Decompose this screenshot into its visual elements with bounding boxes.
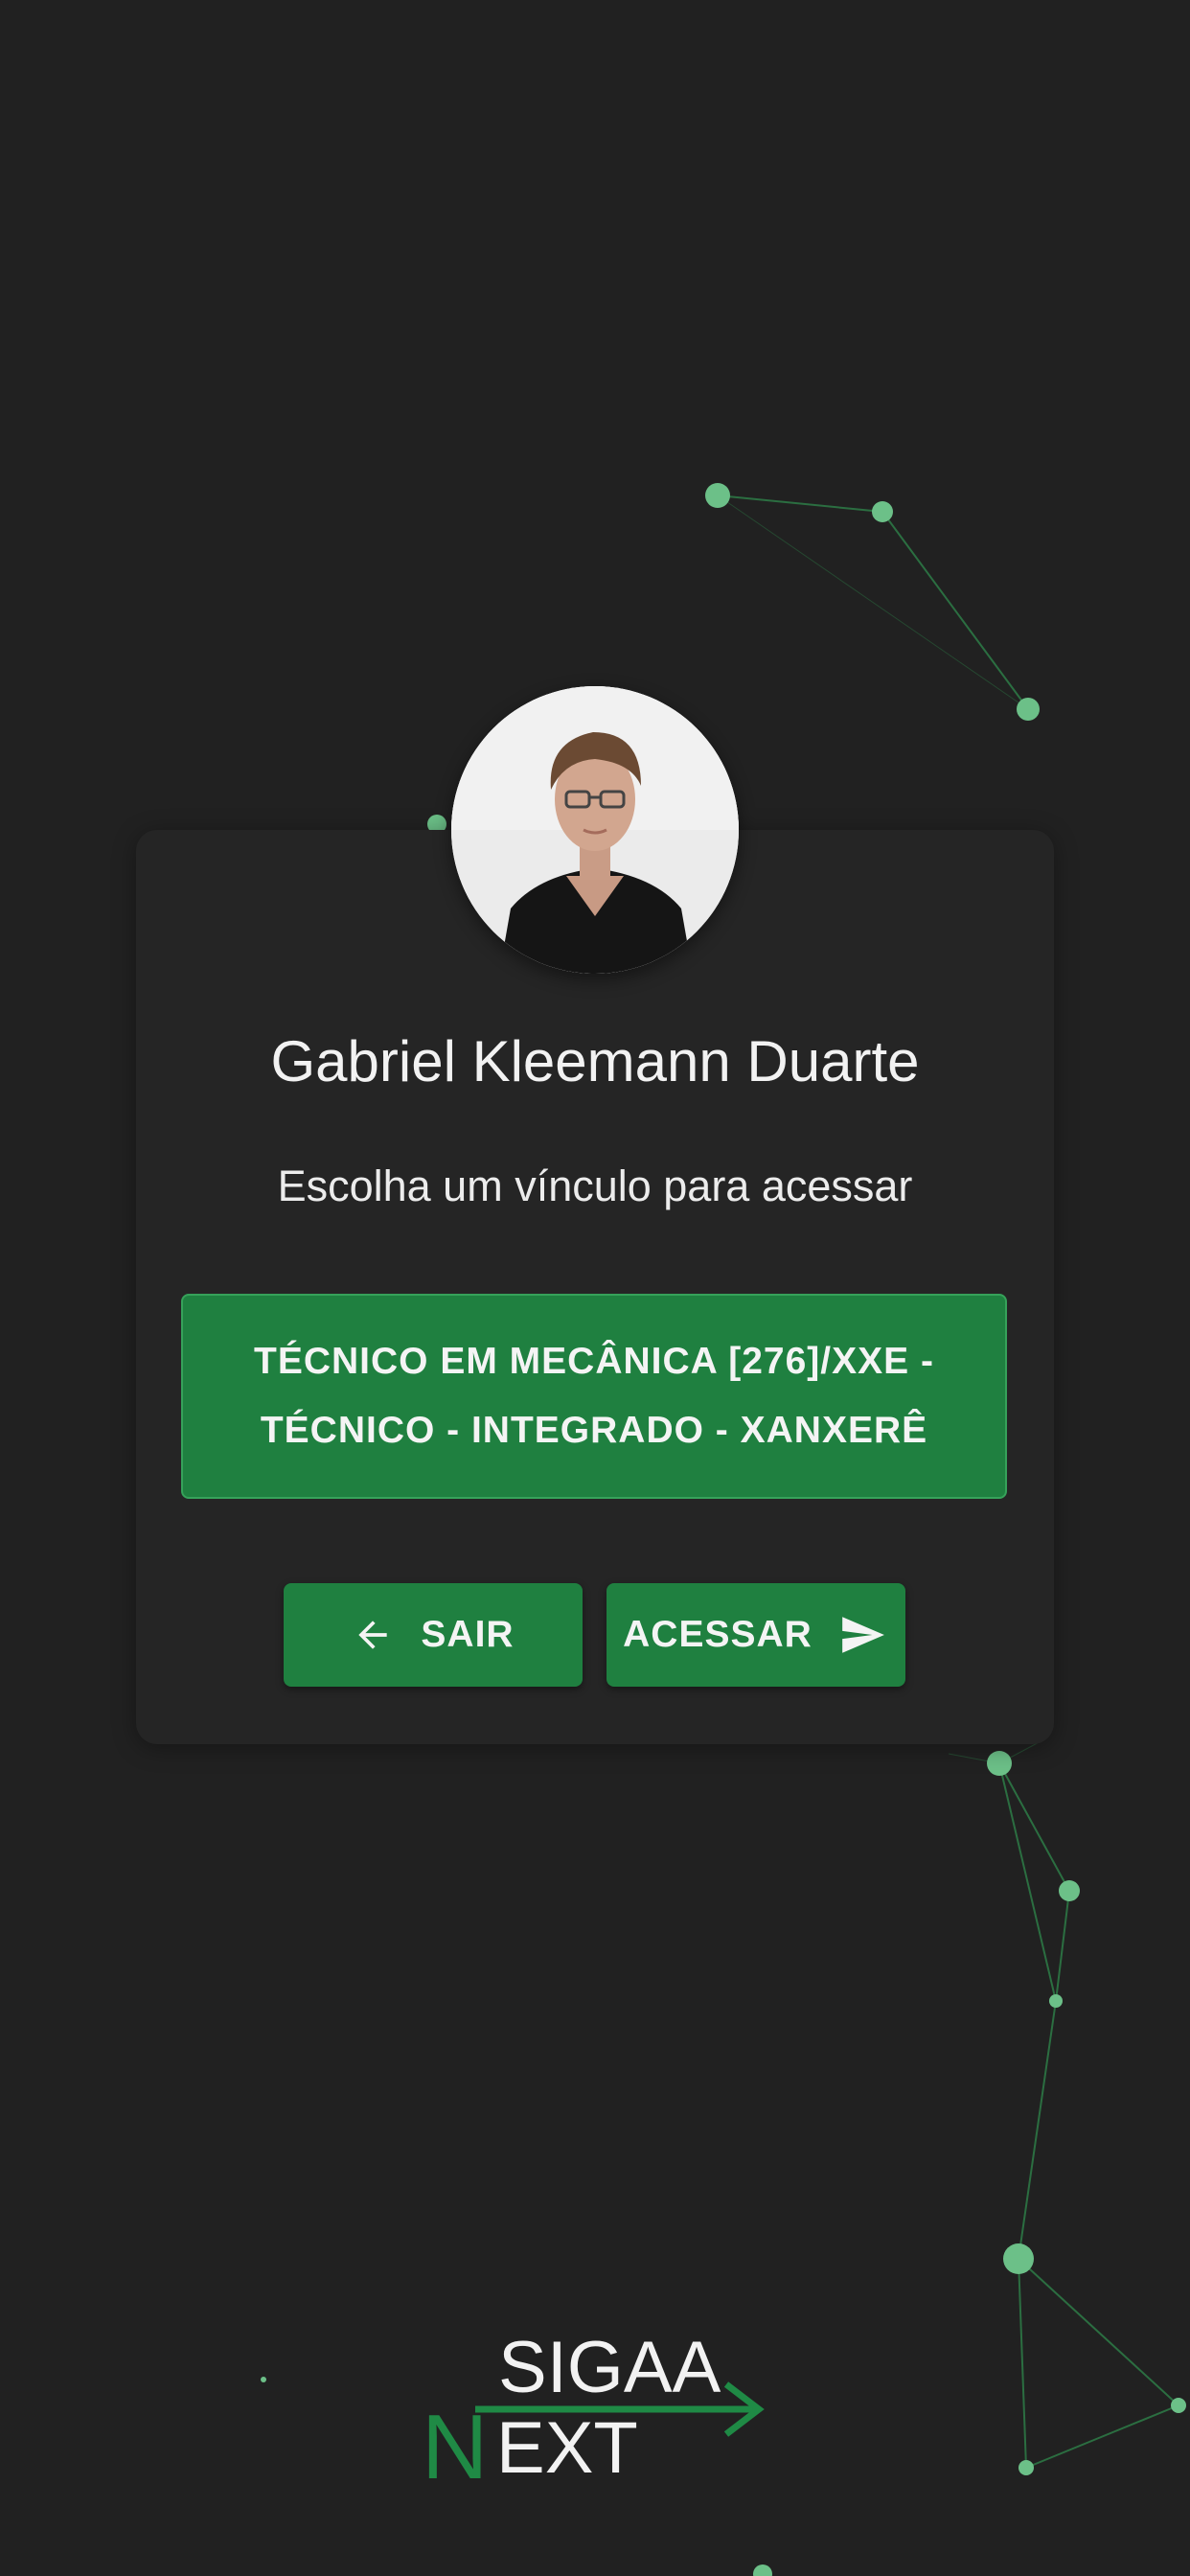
login-screen: Gabriel Kleemann Duarte Escolha um víncu…: [0, 0, 1190, 2576]
sigaa-next-logo: SIGAA N EXT: [418, 2327, 782, 2499]
user-photo: [451, 686, 739, 974]
exit-button-label: SAIR: [421, 1614, 515, 1655]
arrow-left-icon: [352, 1614, 394, 1656]
logo-text-ext: EXT: [496, 2407, 638, 2489]
choose-link-prompt: Escolha um vínculo para acessar: [277, 1162, 913, 1210]
send-icon: [835, 1611, 889, 1659]
access-button-label: ACESSAR: [623, 1614, 812, 1655]
logo-letter-n: N: [422, 2396, 489, 2498]
link-option-tecnico-mecanica[interactable]: TÉCNICO EM MECÂNICA [276]/XXE - TÉCNICO …: [181, 1294, 1007, 1499]
logo-text-sigaa: SIGAA: [498, 2327, 721, 2408]
user-name: Gabriel Kleemann Duarte: [270, 1029, 920, 1093]
user-avatar: [451, 686, 739, 974]
access-button[interactable]: ACESSAR: [606, 1583, 905, 1687]
exit-button[interactable]: SAIR: [284, 1583, 583, 1687]
link-option-label: TÉCNICO EM MECÂNICA [276]/XXE - TÉCNICO …: [254, 1341, 934, 1451]
